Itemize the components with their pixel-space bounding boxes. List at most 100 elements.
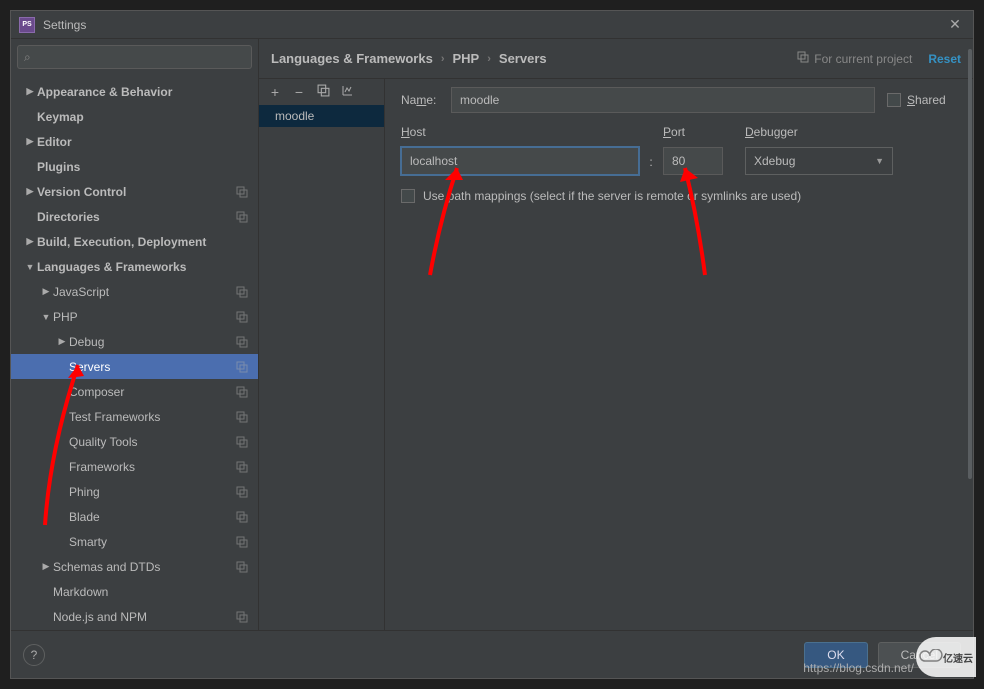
help-button[interactable]: ? — [23, 644, 45, 666]
colon-separator: : — [639, 125, 663, 175]
breadcrumb-item[interactable]: Languages & Frameworks — [271, 51, 433, 66]
reset-link[interactable]: Reset — [928, 52, 961, 66]
chevron-right-icon: › — [487, 53, 491, 65]
tree-item-debug[interactable]: Debug — [11, 329, 258, 354]
breadcrumb-item[interactable]: PHP — [453, 51, 480, 66]
tree-item-label: Plugins — [37, 160, 258, 174]
sidebar: ⌕ Appearance & Behavior Keymap Editor Plugi… — [11, 39, 259, 630]
tree-item-appearance-behavior[interactable]: Appearance & Behavior — [11, 79, 258, 104]
tree-arrow-icon[interactable] — [23, 262, 37, 272]
project-scope-icon — [236, 336, 248, 348]
copy-icon[interactable] — [315, 84, 331, 100]
chevron-right-icon: › — [441, 53, 445, 65]
search-input[interactable] — [35, 50, 245, 64]
breadcrumb: Languages & Frameworks › PHP › Servers — [271, 51, 547, 66]
titlebar: PS Settings ✕ — [11, 11, 973, 39]
tree-item-markdown[interactable]: Markdown — [11, 579, 258, 604]
server-item[interactable]: moodle — [259, 105, 384, 127]
tree-arrow-icon[interactable] — [23, 186, 37, 197]
tree-item-label: Node.js and NPM — [53, 610, 236, 624]
tree-item-label: Editor — [37, 135, 258, 149]
tree-item-keymap[interactable]: Keymap — [11, 104, 258, 129]
header: Languages & Frameworks › PHP › Servers F… — [259, 39, 973, 79]
tree-item-frameworks[interactable]: Frameworks — [11, 454, 258, 479]
project-scope-icon — [236, 536, 248, 548]
tree-arrow-icon[interactable] — [55, 336, 69, 347]
project-hint: For current project — [797, 51, 912, 66]
tree-item-label: Phing — [69, 485, 236, 499]
project-scope-icon — [236, 411, 248, 423]
tree-arrow-icon[interactable] — [23, 86, 37, 97]
close-icon[interactable]: ✕ — [945, 16, 965, 33]
tree-item-schemas-and-dtds[interactable]: Schemas and DTDs — [11, 554, 258, 579]
window-title: Settings — [43, 18, 86, 32]
tree-item-test-frameworks[interactable]: Test Frameworks — [11, 404, 258, 429]
tree-arrow-icon[interactable] — [23, 236, 37, 247]
project-scope-icon — [236, 461, 248, 473]
project-scope-icon — [236, 186, 248, 198]
tree-item-label: Directories — [37, 210, 236, 224]
shared-checkbox[interactable] — [887, 93, 901, 107]
tree-item-version-control[interactable]: Version Control — [11, 179, 258, 204]
tree-item-label: Smarty — [69, 535, 236, 549]
project-scope-icon — [236, 486, 248, 498]
tree-item-phing[interactable]: Phing — [11, 479, 258, 504]
project-scope-icon — [236, 311, 248, 323]
tree-item-label: Blade — [69, 510, 236, 524]
port-label: Port — [663, 125, 723, 139]
tree-item-label: Build, Execution, Deployment — [37, 235, 258, 249]
import-icon[interactable] — [339, 84, 355, 100]
tree-arrow-icon[interactable] — [39, 561, 53, 572]
project-scope-icon — [236, 211, 248, 223]
debugger-select[interactable]: Xdebug ▼ — [745, 147, 893, 175]
tree-item-directories[interactable]: Directories — [11, 204, 258, 229]
search-box[interactable]: ⌕ — [17, 45, 252, 69]
add-icon[interactable]: + — [267, 84, 283, 100]
path-mappings-checkbox[interactable] — [401, 189, 415, 203]
name-input[interactable] — [451, 87, 875, 113]
tree-item-node-js-and-npm[interactable]: Node.js and NPM — [11, 604, 258, 629]
project-scope-icon — [236, 611, 248, 623]
tree-item-label: Debug — [69, 335, 236, 349]
tree-arrow-icon[interactable] — [23, 136, 37, 147]
tree-item-label: Composer — [69, 385, 236, 399]
server-form: Name: Shared Host : — [385, 79, 973, 630]
tree-item-build-execution-deployment[interactable]: Build, Execution, Deployment — [11, 229, 258, 254]
tree-item-label: Keymap — [37, 110, 258, 124]
tree-item-label: JavaScript — [53, 285, 236, 299]
main-panel: Languages & Frameworks › PHP › Servers F… — [259, 39, 973, 630]
tree-item-label: Frameworks — [69, 460, 236, 474]
tree-arrow-icon[interactable] — [39, 312, 53, 322]
watermark-logo: 亿速云 — [916, 637, 976, 677]
name-label: Name: — [401, 93, 451, 107]
tree-arrow-icon[interactable] — [39, 286, 53, 297]
breadcrumb-item: Servers — [499, 51, 547, 66]
list-toolbar: + − — [259, 79, 384, 105]
remove-icon[interactable]: − — [291, 84, 307, 100]
settings-dialog: PS Settings ✕ ⌕ Appearance & Behavior Key… — [10, 10, 974, 679]
chevron-down-icon: ▼ — [875, 156, 884, 166]
tree-item-label: Appearance & Behavior — [37, 85, 258, 99]
tree-item-blade[interactable]: Blade — [11, 504, 258, 529]
port-input[interactable] — [663, 147, 723, 175]
server-list-panel: + − moodle — [259, 79, 385, 630]
tree-item-servers[interactable]: Servers — [11, 354, 258, 379]
project-scope-icon — [236, 386, 248, 398]
tree-item-php[interactable]: PHP — [11, 304, 258, 329]
project-scope-icon — [236, 511, 248, 523]
tree-item-languages-frameworks[interactable]: Languages & Frameworks — [11, 254, 258, 279]
tree-item-editor[interactable]: Editor — [11, 129, 258, 154]
app-icon: PS — [19, 17, 35, 33]
server-list: moodle — [259, 105, 384, 630]
search-icon: ⌕ — [24, 50, 31, 65]
host-input[interactable] — [401, 147, 639, 175]
project-scope-icon — [236, 361, 248, 373]
settings-tree: Appearance & Behavior Keymap Editor Plugins… — [11, 75, 258, 630]
tree-item-javascript[interactable]: JavaScript — [11, 279, 258, 304]
tree-item-quality-tools[interactable]: Quality Tools — [11, 429, 258, 454]
tree-item-composer[interactable]: Composer — [11, 379, 258, 404]
tree-item-smarty[interactable]: Smarty — [11, 529, 258, 554]
tree-item-plugins[interactable]: Plugins — [11, 154, 258, 179]
tree-item-label: Languages & Frameworks — [37, 260, 258, 274]
tree-item-label: Test Frameworks — [69, 410, 236, 424]
